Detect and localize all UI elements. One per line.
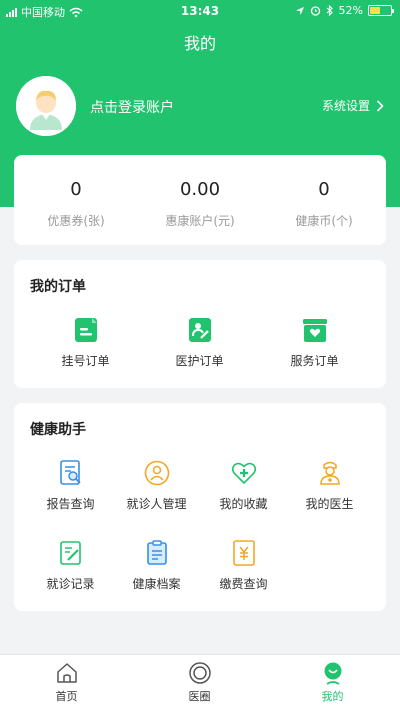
report-query-label: 报告查询 (46, 497, 95, 511)
tab-profile-label: 我的 (321, 690, 344, 703)
stats-card: 0 优惠券(张) 0.00 惠康账户(元) 0 健康币(个) (14, 155, 386, 245)
health-coin-value: 0 (318, 179, 330, 200)
favorites-label: 我的收藏 (219, 497, 268, 511)
status-bar: 中国移动 13:43 52% (0, 0, 400, 22)
registration-order-label: 挂号订单 (61, 354, 110, 368)
health-coin-stat[interactable]: 0 健康币(个) (262, 155, 386, 229)
favorites-button[interactable]: 我的收藏 (197, 459, 290, 512)
health-coin-label: 健康币(个) (295, 214, 353, 228)
avatar[interactable] (16, 76, 76, 136)
payment-query-button[interactable]: 缴费查询 (197, 539, 290, 592)
tab-circle[interactable]: 医圈 (133, 661, 266, 704)
patient-management-button[interactable]: 就诊人管理 (110, 459, 203, 512)
my-doctor-button[interactable]: 我的医生 (283, 459, 376, 512)
my-doctor-icon (319, 461, 340, 485)
tab-circle-label: 医圈 (188, 690, 211, 703)
report-query-button[interactable]: 报告查询 (24, 459, 117, 512)
health-helper-title: 健康助手 (30, 422, 86, 438)
coupon-value: 0 (70, 179, 82, 200)
location-icon (295, 6, 304, 15)
battery-percent: 52% (338, 4, 363, 17)
health-file-icon (146, 540, 167, 565)
chevron-right-icon (376, 99, 384, 112)
page-title: 我的 (183, 34, 216, 53)
patient-management-icon (144, 460, 169, 486)
coupon-label: 优惠券(张) (47, 214, 105, 228)
circle-icon (188, 662, 211, 684)
alarm-icon (310, 6, 320, 16)
account-label: 惠康账户(元) (165, 214, 235, 228)
tab-home[interactable]: 首页 (0, 661, 133, 704)
my-doctor-label: 我的医生 (305, 497, 354, 511)
tab-home-label: 首页 (55, 690, 78, 703)
orders-title: 我的订单 (30, 279, 86, 295)
favorites-icon (231, 462, 256, 485)
service-order-icon (302, 319, 327, 342)
account-stat[interactable]: 0.00 惠康账户(元) (138, 155, 262, 229)
nursing-order-button[interactable]: 医护订单 (153, 316, 246, 369)
profile-icon (324, 662, 341, 685)
visit-record-label: 就诊记录 (46, 577, 95, 591)
bottom-tab-bar: 首页 医圈 我的 (0, 654, 400, 711)
settings-button[interactable]: 系统设置 (322, 97, 384, 114)
default-avatar-icon (16, 76, 76, 136)
service-order-button[interactable]: 服务订单 (268, 316, 361, 369)
bluetooth-icon (326, 5, 333, 16)
login-link[interactable]: 点击登录账户 (90, 97, 174, 117)
registration-order-button[interactable]: 挂号订单 (39, 316, 132, 369)
health-file-button[interactable]: 健康档案 (110, 539, 203, 592)
visit-record-icon (59, 541, 81, 565)
payment-query-label: 缴费查询 (219, 577, 268, 591)
health-helper-card: 健康助手 报告查询 就诊人管理 我的收藏 我的医生 就诊记录 健康档案 缴费查询 (14, 403, 386, 611)
orders-card: 我的订单 挂号订单 医护订单 服务订单 (14, 260, 386, 388)
health-file-label: 健康档案 (132, 577, 181, 591)
nursing-order-icon (188, 318, 211, 342)
report-query-icon (59, 460, 81, 485)
profile-section: 点击登录账户 系统设置 (16, 76, 384, 136)
settings-label: 系统设置 (321, 99, 370, 113)
service-order-label: 服务订单 (290, 354, 339, 368)
coupon-stat[interactable]: 0 优惠券(张) (14, 155, 138, 229)
nursing-order-label: 医护订单 (175, 354, 224, 368)
battery-icon (368, 5, 394, 16)
home-icon (56, 663, 77, 683)
visit-record-button[interactable]: 就诊记录 (24, 539, 117, 592)
payment-query-icon (232, 540, 255, 566)
patient-management-label: 就诊人管理 (126, 497, 187, 511)
registration-order-icon (74, 318, 97, 342)
account-value: 0.00 (179, 179, 221, 200)
tab-profile[interactable]: 我的 (266, 661, 399, 704)
